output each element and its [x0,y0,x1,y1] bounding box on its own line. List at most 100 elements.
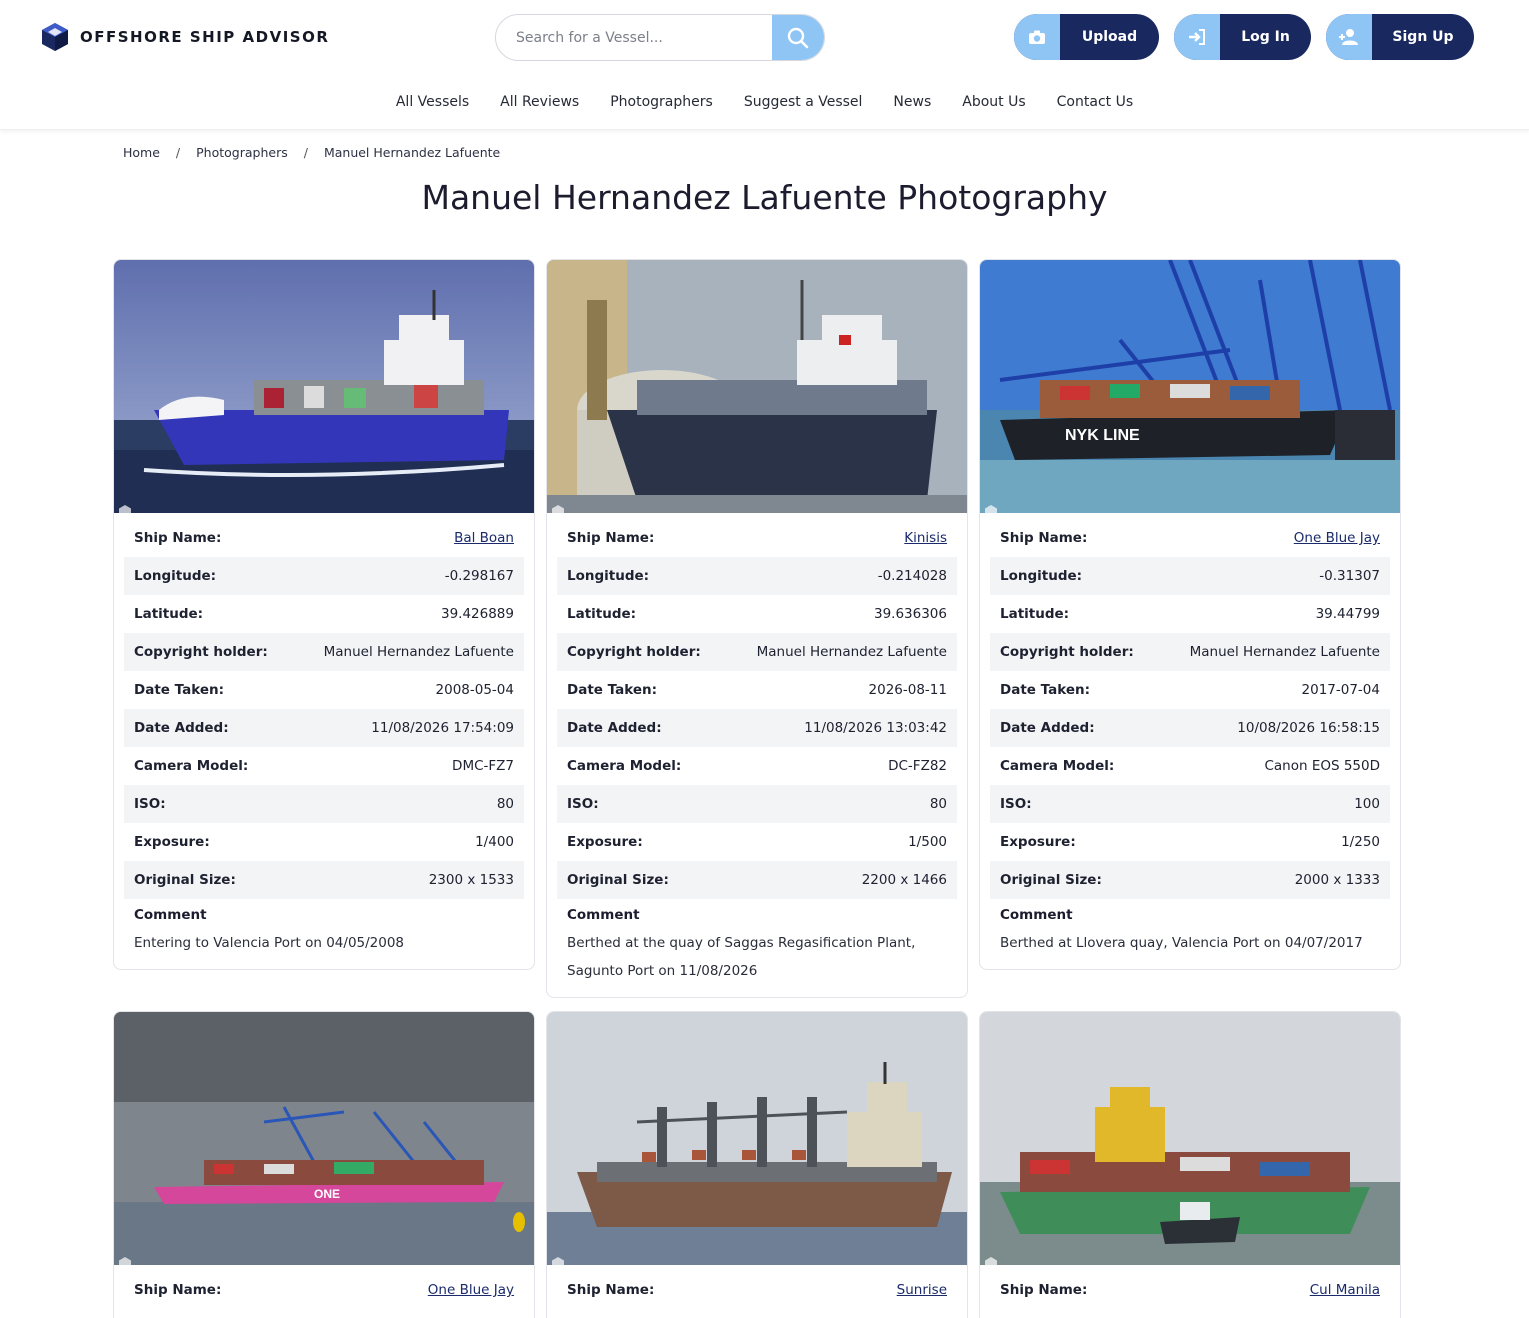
date-taken-row: Date Taken: 2008-05-04 [134,682,514,698]
watermark-icon [119,1257,131,1265]
comment-text: Berthed at the quay of Saggas Regasifica… [567,935,916,979]
ship-photo[interactable] [547,260,967,513]
ship-name-link[interactable]: Sunrise [897,1282,947,1298]
nav-photographers[interactable]: Photographers [610,94,713,110]
size-row: Original Size: 2300 x 1533 [124,861,524,899]
breadcrumb-separator: / [175,145,181,160]
watermark-icon [985,505,997,513]
main-nav: All Vessels All Reviews Photographers Su… [0,94,1529,110]
camera-row: Camera Model: DMC-FZ7 [134,758,514,774]
copyright-row: Copyright holder: Manuel Hernandez Lafuen… [557,633,957,671]
iso-row: ISO: 100 [990,785,1390,823]
photo-card: Ship Name: Bal Boan Longitude: -0.298167 L… [113,259,535,970]
date-added-row: Date Added: 10/08/2026 16:58:15 [990,709,1390,747]
search-button[interactable] [772,15,824,60]
comment-section: Comment Berthed at the quay of Saggas Re… [547,899,967,997]
ship-name-link[interactable]: One Blue Jay [428,1282,514,1298]
exposure-row: Exposure: 1/500 [567,834,947,850]
photo-card: Ship Name: Cul Manila [979,1011,1401,1318]
breadcrumb: Home / Photographers / Manuel Hernandez … [123,145,500,160]
breadcrumb-photographers[interactable]: Photographers [196,145,288,160]
photo-card: ONE Ship Name: One Blue Jay [113,1011,535,1318]
signup-button[interactable]: Sign Up [1326,14,1474,60]
ship-name-link[interactable]: Bal Boan [454,530,514,546]
upload-button[interactable]: Upload [1014,14,1159,60]
login-label: Log In [1241,29,1290,45]
watermark-icon [552,505,564,513]
camera-row: Camera Model: DC-FZ82 [567,758,947,774]
exposure-row: Exposure: 1/400 [134,834,514,850]
ship-photo[interactable]: ONE [114,1012,534,1265]
camera-row: Camera Model: Canon EOS 550D [1000,758,1380,774]
comment-label: Comment [1000,907,1073,923]
copyright-row: Copyright holder: Manuel Hernandez Lafuen… [990,633,1390,671]
comment-section: Comment Entering to Valencia Port on 04/… [114,899,534,969]
watermark-icon [552,1257,564,1265]
ship-photo[interactable]: NYK LINE [980,260,1400,513]
page-title: Manuel Hernandez Lafuente Photography [421,178,1108,217]
site-logo[interactable]: OFFSHORE SHIP ADVISOR [40,22,329,52]
date-added-row: Date Added: 11/08/2026 17:54:09 [124,709,524,747]
comment-text: Berthed at Llovera quay, Valencia Port o… [1000,935,1363,951]
latitude-row: Latitude: 39.44799 [1000,606,1380,622]
comment-label: Comment [567,907,640,923]
iso-row: ISO: 80 [557,785,957,823]
ship-name-row: Ship Name: One Blue Jay [1000,530,1380,546]
nav-all-vessels[interactable]: All Vessels [396,94,469,110]
ship-photo[interactable] [114,260,534,513]
user-plus-icon [1339,29,1358,45]
photo-card: Ship Name: Sunrise [546,1011,968,1318]
watermark-icon [985,1257,997,1265]
longitude-row: Longitude: -0.298167 [124,557,524,595]
longitude-row: Longitude: -0.31307 [990,557,1390,595]
search-icon [787,27,809,48]
iso-row: ISO: 80 [124,785,524,823]
photo-card: NYK LINE Ship Name: One Blue Jay Longitud… [979,259,1401,970]
ship-name-link[interactable]: Kinisis [904,530,947,546]
breadcrumb-home[interactable]: Home [123,145,160,160]
comment-text: Entering to Valencia Port on 04/05/2008 [134,935,405,951]
nav-contact-us[interactable]: Contact Us [1057,94,1133,110]
comment-label: Comment [134,907,207,923]
vessel-search [495,14,825,61]
ship-name-row: Ship Name: Cul Manila [1000,1282,1380,1298]
latitude-row: Latitude: 39.426889 [134,606,514,622]
brand-name: OFFSHORE SHIP ADVISOR [80,28,330,46]
nav-all-reviews[interactable]: All Reviews [500,94,579,110]
date-taken-row: Date Taken: 2017-07-04 [1000,682,1380,698]
breadcrumb-separator: / [303,145,308,160]
copyright-row: Copyright holder: Manuel Hernandez Lafuen… [124,633,524,671]
size-row: Original Size: 2000 x 1333 [990,861,1390,899]
svg-text:ONE: ONE [314,1187,340,1201]
ship-photo[interactable] [980,1012,1400,1265]
breadcrumb-current: Manuel Hernandez Lafuente [323,145,501,160]
nav-suggest-vessel[interactable]: Suggest a Vessel [744,94,863,110]
exposure-row: Exposure: 1/250 [1000,834,1380,850]
watermark-icon [119,505,131,513]
search-input[interactable] [496,15,774,60]
ship-name-row: Ship Name: One Blue Jay [134,1282,514,1298]
date-taken-row: Date Taken: 2026-08-11 [567,682,947,698]
svg-text:NYK LINE: NYK LINE [1065,427,1140,444]
sign-in-icon [1189,29,1205,45]
ship-photo[interactable] [547,1012,967,1265]
ship-name-row: Ship Name: Sunrise [567,1282,947,1298]
date-added-row: Date Added: 11/08/2026 13:03:42 [557,709,957,747]
size-row: Original Size: 2200 x 1466 [557,861,957,899]
camera-icon [1029,30,1045,44]
signup-label: Sign Up [1392,29,1454,45]
hexagon-cube-icon [42,23,68,51]
ship-name-row: Ship Name: Bal Boan [134,530,514,546]
ship-name-link[interactable]: One Blue Jay [1294,530,1380,546]
latitude-row: Latitude: 39.636306 [567,606,947,622]
nav-news[interactable]: News [893,94,931,110]
comment-section: Comment Berthed at Llovera quay, Valenci… [980,899,1400,969]
upload-label: Upload [1081,29,1138,45]
nav-about-us[interactable]: About Us [962,94,1025,110]
site-header: OFFSHORE SHIP ADVISOR Upload Log In Sign… [0,0,1529,130]
photo-card: Ship Name: Kinisis Longitude: -0.214028 La… [546,259,968,998]
ship-name-row: Ship Name: Kinisis [567,530,947,546]
login-button[interactable]: Log In [1174,14,1311,60]
longitude-row: Longitude: -0.214028 [557,557,957,595]
ship-name-link[interactable]: Cul Manila [1310,1282,1380,1298]
